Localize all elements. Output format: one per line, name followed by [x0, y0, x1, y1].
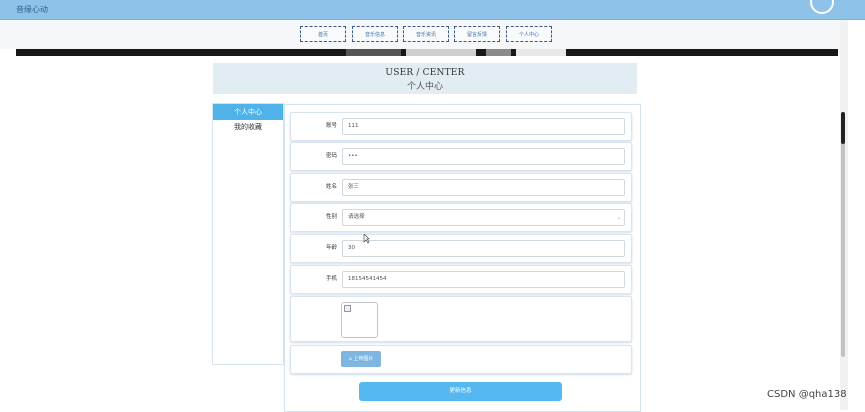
nav-feedback[interactable]: 留言反馈 — [454, 26, 500, 42]
gender-select[interactable]: 请选择 — [342, 209, 625, 226]
scrollbar-thumb-highlight — [841, 112, 845, 144]
sidebar-item-favorites[interactable]: 我的收藏 — [213, 120, 283, 134]
nav-home[interactable]: 首页 — [300, 26, 346, 42]
scrollbar-thumb[interactable] — [841, 112, 845, 357]
page-header: USER / CENTER 个人中心 — [213, 63, 637, 94]
phone-input[interactable]: 18154541454 — [342, 271, 625, 288]
nav-music-info[interactable]: 音乐信息 — [352, 26, 398, 42]
nav-personal-center[interactable]: 个人中心 — [506, 26, 552, 42]
text-cursor-icon — [363, 234, 370, 244]
form-row-avatar — [290, 296, 632, 342]
form-row-name: 姓名 张三 — [290, 173, 632, 202]
header-english: USER / CENTER — [385, 68, 465, 78]
app-title: 音缘心动 — [16, 5, 48, 14]
account-input[interactable]: 111 — [342, 118, 625, 135]
account-label: 账号 — [325, 123, 337, 129]
form-row-upload: ⌂ 上传图片 — [290, 345, 632, 374]
age-label: 年龄 — [325, 245, 337, 251]
header-chinese: 个人中心 — [406, 82, 443, 92]
upload-image-button[interactable]: ⌂ 上传图片 — [341, 351, 381, 367]
sidebar-item-personal-center[interactable]: 个人中心 — [213, 104, 283, 120]
banner-image — [16, 49, 838, 56]
watermark: CSDN @qha138 — [767, 389, 847, 400]
name-label: 姓名 — [325, 184, 337, 190]
password-input[interactable]: ••• — [342, 148, 625, 165]
age-input[interactable]: 30 — [342, 240, 625, 257]
form-row-password: 密码 ••• — [290, 142, 632, 171]
form-row-age: 年龄 30 — [290, 234, 632, 263]
form-row-account: 账号 111 — [290, 112, 632, 141]
sidebar: 个人中心 我的收藏 — [212, 103, 284, 365]
name-input[interactable]: 张三 — [342, 179, 625, 196]
form-row-phone: 手机 18154541454 — [290, 265, 632, 294]
nav-music-news[interactable]: 音乐资讯 — [403, 26, 449, 42]
upload-button-label: 上传图片 — [353, 356, 374, 362]
phone-label: 手机 — [325, 276, 337, 282]
upload-icon: ⌂ — [348, 356, 352, 362]
top-bar: 音缘心动 — [0, 0, 865, 20]
form-row-gender: 性别 请选择 ⌄ — [290, 203, 632, 232]
password-label: 密码 — [325, 153, 337, 159]
broken-image-icon — [344, 305, 351, 312]
update-info-button[interactable]: 更新信息 — [359, 382, 562, 401]
avatar-image — [341, 302, 378, 338]
chevron-down-icon: ⌄ — [616, 215, 621, 221]
gender-label: 性别 — [325, 214, 337, 220]
